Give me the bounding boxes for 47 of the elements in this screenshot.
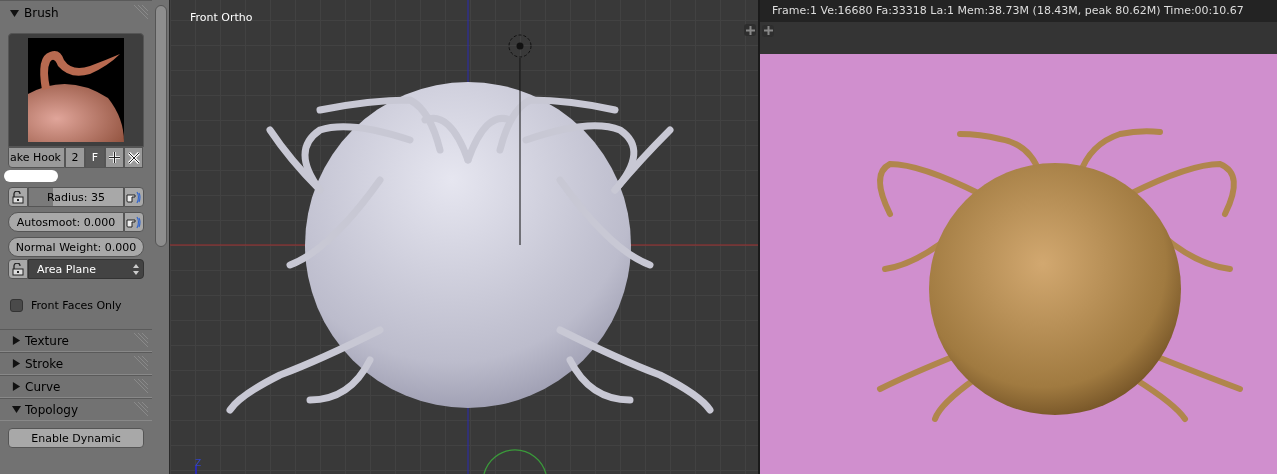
lock-toggle[interactable] [8, 187, 28, 207]
lock-toggle[interactable] [8, 259, 28, 279]
disclosure-triangle-icon[interactable] [12, 382, 21, 391]
pointing-hand-icon [126, 190, 142, 204]
scrollbar-thumb[interactable] [154, 5, 167, 247]
grip-icon[interactable] [132, 355, 148, 372]
fake-user-button[interactable]: F [85, 147, 105, 168]
pressure-toggle[interactable] [124, 187, 144, 207]
close-icon [127, 151, 140, 164]
number-field[interactable]: Autosmoot: 0.000 [8, 212, 124, 232]
brush-preview-frame[interactable] [8, 33, 144, 147]
disclosure-triangle-icon[interactable] [12, 359, 21, 368]
grip-icon[interactable] [132, 332, 148, 349]
lock-icon [12, 190, 24, 204]
pressure-toggle[interactable] [124, 212, 144, 232]
grip-icon[interactable] [132, 5, 148, 21]
panel-title[interactable]: Brush [24, 6, 127, 20]
plane-dropdown[interactable]: Area Plane [28, 259, 144, 279]
remove-brush-button[interactable] [124, 147, 143, 168]
grip-icon[interactable] [132, 378, 148, 395]
region-toggle[interactable] [744, 24, 756, 36]
brush-name-field[interactable]: ake Hook [8, 147, 65, 168]
add-brush-button[interactable] [105, 147, 124, 168]
pointing-hand-icon [126, 215, 142, 229]
checkbox[interactable] [10, 299, 23, 312]
axis-gizmo-line [195, 465, 197, 474]
render-stats: Frame:1 Ve:16680 Fa:33318 La:1 Mem:38.73M (18.43M, peak 80.62M) Time:00:10.67 [760, 0, 1277, 22]
region-toggle[interactable] [762, 24, 774, 37]
redaction-mark [4, 170, 58, 182]
disclosure-triangle-icon[interactable] [12, 405, 21, 414]
lock-icon [12, 262, 24, 276]
enable-dynamic-button[interactable]: Enable Dynamic [8, 428, 144, 448]
plus-icon [108, 151, 121, 164]
section-header[interactable]: Curve [25, 379, 128, 394]
section-header[interactable]: Stroke [25, 356, 128, 371]
disclosure-triangle-icon[interactable] [12, 336, 21, 345]
view-label: Front Ortho [190, 11, 253, 24]
section-header[interactable]: Topology [25, 402, 128, 417]
number-field[interactable]: Normal Weight: 0.000 [8, 237, 144, 257]
user-count-button[interactable]: 2 [65, 147, 85, 168]
updown-arrows-icon [133, 263, 139, 275]
disclosure-triangle-icon[interactable] [10, 8, 19, 18]
section-header[interactable]: Texture [25, 333, 128, 348]
grip-icon[interactable] [132, 401, 148, 418]
axis-label: Z [195, 458, 202, 468]
checkbox-label[interactable]: Front Faces Only [31, 299, 122, 312]
value-slider[interactable]: Radius: 35 [28, 187, 124, 207]
